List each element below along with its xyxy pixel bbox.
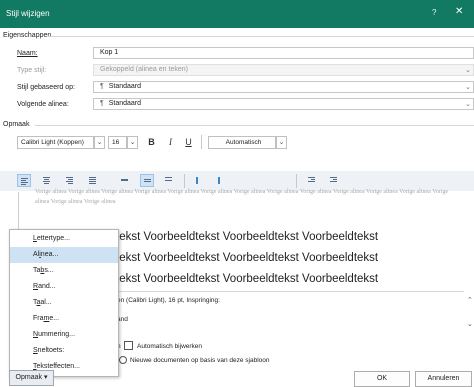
single-spacing-button[interactable] (118, 174, 132, 187)
scroll-down-icon[interactable]: ⌄ (467, 320, 473, 328)
double-spacing-button[interactable] (162, 174, 176, 187)
formatting-section-label: Opmaak (3, 121, 30, 128)
menu-item-label: Frame... (33, 315, 60, 322)
formatting-divider (35, 125, 474, 126)
font-select[interactable]: Calibri Light (Koppen) (17, 136, 94, 149)
menu-item-font[interactable]: Lettertype... (10, 231, 118, 247)
align-left-button[interactable] (17, 174, 31, 187)
name-field[interactable]: Kop 1 (93, 47, 474, 59)
space-before-button[interactable] (193, 174, 207, 187)
previous-paragraph-text: Vorige alinea Vorige alinea Vorige aline… (35, 189, 449, 205)
menu-item-tabs[interactable]: Tabs... (10, 263, 118, 279)
style-description-line: en (Calibri Light), 16 pt, Inspringing: (117, 297, 220, 304)
menu-item-shortcut[interactable]: Sneltoets: (10, 343, 118, 359)
underline-button[interactable]: U (182, 135, 195, 149)
align-left-icon (21, 178, 28, 186)
based-on-value: Standaard (108, 83, 142, 90)
menu-item-frame[interactable]: Frame... (10, 311, 118, 327)
menu-item-paragraph[interactable]: Alinea... (10, 247, 118, 263)
caret-down-icon: ▾ (43, 374, 48, 381)
menu-item-label: Nummering... (33, 331, 76, 338)
new-documents-label: Nieuwe documenten op basis van deze sjab… (130, 357, 270, 364)
justify-button[interactable] (86, 174, 100, 187)
new-documents-radio[interactable] (119, 356, 127, 364)
chevron-down-icon: ⌄ (96, 139, 103, 146)
help-button[interactable]: ? (432, 8, 436, 17)
style-type-value: Gekoppeld (alinea en teken) (100, 66, 188, 73)
size-select[interactable]: 16 (108, 136, 127, 149)
auto-update-checkbox[interactable] (124, 341, 133, 350)
size-dropdown-button[interactable]: ⌄ (127, 136, 138, 149)
paragraph-icon: ¶ (100, 83, 104, 90)
auto-update-label: Automatisch bijwerken (137, 343, 203, 350)
align-right-button[interactable] (63, 174, 77, 187)
justify-icon (89, 177, 96, 185)
menu-item-label: Tabs... (33, 267, 54, 274)
dialog-title: Stijl wijzigen (6, 9, 50, 18)
menu-item-label: Teksteffecten... (33, 363, 80, 370)
style-type-select: Gekoppeld (alinea en teken) ⌄ (93, 64, 474, 76)
font-color-select[interactable]: Automatisch (208, 136, 276, 149)
menu-item-label: Lettertype... (33, 235, 70, 242)
one-half-spacing-button[interactable] (140, 174, 154, 187)
scroll-up-icon[interactable]: ⌃ (467, 296, 473, 304)
based-on-select[interactable]: ¶ Standaard ⌄ (93, 81, 474, 93)
next-paragraph-label: Volgende alinea: (17, 101, 69, 108)
name-label: Naam: (17, 50, 38, 57)
space-before-icon (196, 177, 203, 185)
space-after-icon (218, 177, 225, 185)
bold-button[interactable]: B (145, 135, 158, 149)
decrease-indent-button[interactable] (305, 174, 319, 187)
menu-item-label: Taal... (33, 299, 52, 306)
italic-button[interactable]: I (164, 135, 177, 149)
menu-item-label: Alinea... (33, 251, 59, 258)
next-paragraph-select[interactable]: ¶ Standaard ⌄ (93, 98, 474, 110)
increase-indent-icon (330, 177, 337, 183)
increase-indent-button[interactable] (327, 174, 341, 187)
properties-section-label: Eigenschappen (3, 32, 52, 39)
font-dropdown-button[interactable]: ⌄ (94, 136, 105, 149)
single-spacing-icon (121, 179, 128, 182)
chevron-down-icon: ⌄ (465, 67, 471, 74)
one-half-spacing-icon (144, 179, 151, 183)
menu-item-label: Sneltoets: (33, 347, 65, 354)
properties-divider (48, 36, 474, 37)
chevron-down-icon: ⌄ (465, 101, 471, 108)
double-spacing-icon (165, 177, 172, 182)
style-type-label: Type stijl: (17, 67, 47, 74)
space-after-button[interactable] (215, 174, 229, 187)
paragraph-icon: ¶ (100, 100, 104, 107)
format-button[interactable]: Opmaak ▾ (9, 370, 54, 386)
next-paragraph-value: Standaard (108, 100, 142, 107)
menu-item-label: Rand... (33, 283, 56, 290)
toolbar-separator (184, 174, 185, 188)
sample-text-line: tekst Voorbeeldtekst Voorbeeldtekst Voor… (116, 231, 379, 243)
sample-text-line: tekst Voorbeeldtekst Voorbeeldtekst Voor… (116, 252, 379, 264)
chevron-down-icon: ⌄ (278, 139, 285, 146)
sample-text-line: tekst Voorbeeldtekst Voorbeeldtekst Voor… (116, 273, 379, 285)
align-center-button[interactable] (40, 174, 54, 187)
color-dropdown-button[interactable]: ⌄ (276, 136, 287, 149)
menu-item-language[interactable]: Taal... (10, 295, 118, 311)
toolbar-separator (201, 135, 202, 149)
chevron-down-icon: ⌄ (465, 84, 471, 91)
menu-item-border[interactable]: Rand... (10, 279, 118, 295)
align-center-icon (43, 177, 50, 185)
align-right-icon (66, 177, 73, 185)
format-menu: Lettertype... Alinea... Tabs... Rand... … (9, 229, 119, 377)
format-button-label: Opmaak (15, 374, 42, 381)
decrease-indent-icon (308, 177, 315, 183)
toolbar-separator (296, 174, 297, 188)
chevron-down-icon: ⌄ (129, 139, 136, 146)
close-button[interactable]: ✕ (455, 6, 463, 17)
cancel-button[interactable]: Annuleren (415, 371, 472, 387)
ok-button[interactable]: OK (354, 371, 410, 387)
menu-item-numbering[interactable]: Nummering... (10, 327, 118, 343)
title-bar: Stijl wijzigen ? ✕ (0, 0, 474, 28)
based-on-label: Stijl gebaseerd op: (17, 84, 75, 91)
